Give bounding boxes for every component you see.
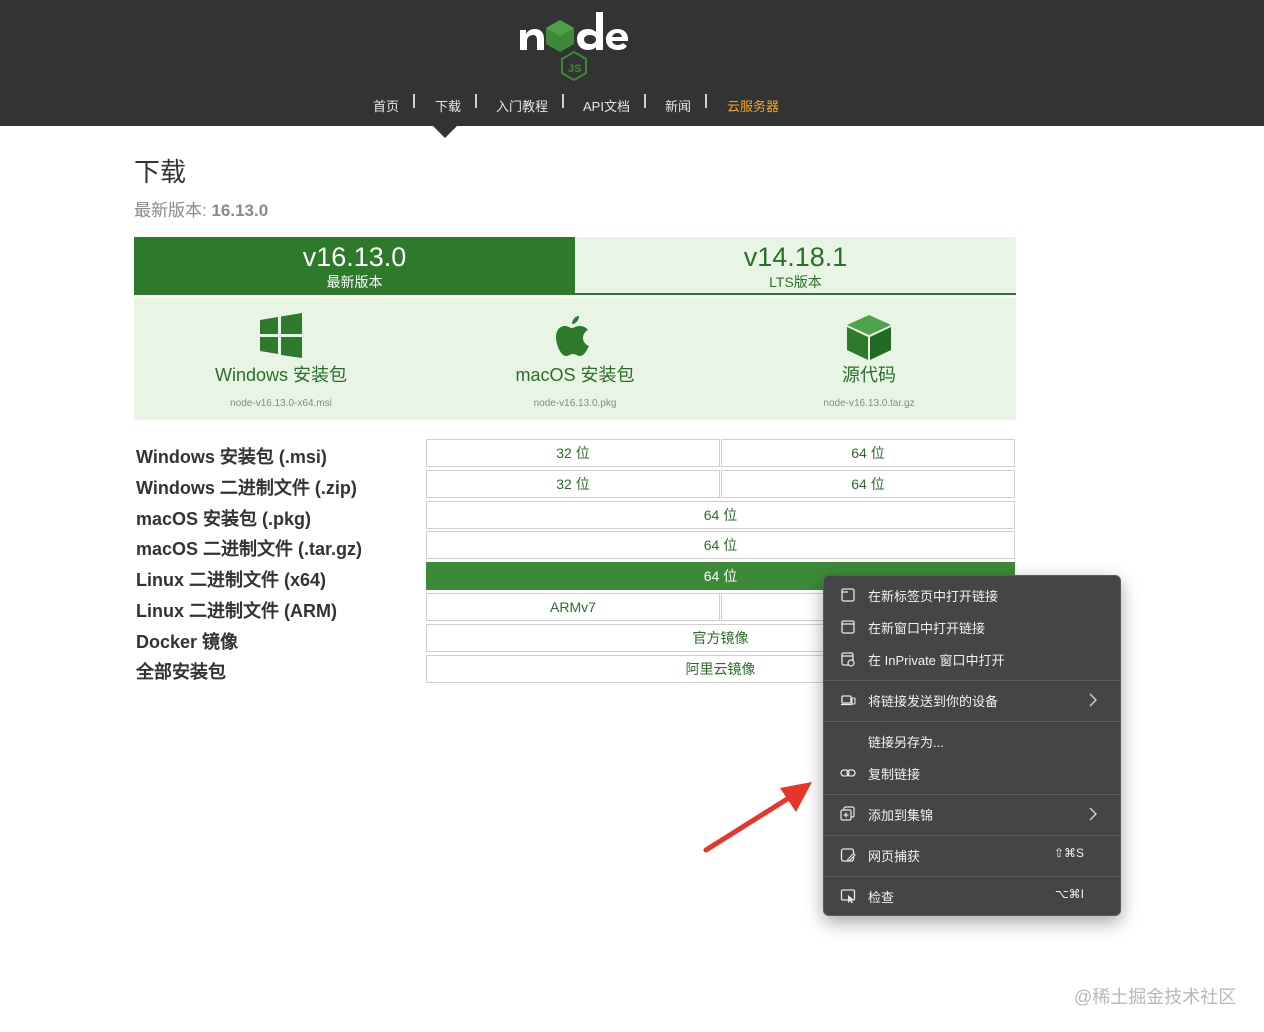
apple-icon <box>556 316 589 356</box>
new-window-icon <box>841 620 855 634</box>
nav-divider <box>413 94 415 108</box>
send-to-device-icon <box>841 695 856 706</box>
download-link[interactable]: 64 位 <box>426 501 1015 529</box>
watermark: @稀土掘金技术社区 <box>1074 987 1237 1007</box>
menu-separator <box>824 794 1120 795</box>
menu-item-label: 在 InPrivate 窗口中打开 <box>868 653 1005 668</box>
latest-version-line: 最新版本: 16.13.0 <box>134 196 268 221</box>
card-source-code[interactable]: 源代码 node-v16.13.0.tar.gz <box>722 298 1016 420</box>
menu-item-label: 复制链接 <box>868 767 921 782</box>
menu-item-shortcut: ⌥⌘I <box>1054 887 1084 901</box>
row-label: Windows 安装包 (.msi) <box>136 447 327 467</box>
windows-icon <box>260 313 302 358</box>
chevron-right-icon <box>1089 807 1097 821</box>
inspect-icon <box>840 889 856 904</box>
card-label: macOS 安装包 <box>515 365 635 385</box>
download-link[interactable]: 32 位 <box>426 470 720 498</box>
row-label: Linux 二进制文件 (ARM) <box>136 601 337 621</box>
active-nav-indicator <box>433 126 457 138</box>
row-label: Docker 镜像 <box>136 632 239 652</box>
context-menu: 在新标签页中打开链接 在新窗口中打开链接 在 InPrivate 窗口中打开 将… <box>823 575 1121 916</box>
menu-item-label: 网页捕获 <box>868 849 921 864</box>
menu-separator <box>824 835 1120 836</box>
row-label: 全部安装包 <box>136 662 226 682</box>
source-box-icon <box>847 315 891 360</box>
menu-item-label: 检查 <box>868 890 895 905</box>
card-label: Windows 安装包 <box>214 365 348 385</box>
latest-version-prefix: 最新版本: <box>134 201 212 220</box>
card-macos-installer[interactable]: macOS 安装包 node-v16.13.0.pkg <box>428 298 722 420</box>
menu-open-inprivate[interactable]: 在 InPrivate 窗口中打开 <box>828 644 1116 674</box>
menu-separator <box>824 680 1120 681</box>
menu-item-label: 添加到集锦 <box>868 808 934 823</box>
menu-web-capture[interactable]: 网页捕获 ⇧⌘S <box>828 840 1116 870</box>
row-label: macOS 二进制文件 (.tar.gz) <box>136 539 363 559</box>
nav-divider <box>562 94 564 108</box>
page-title: 下载 <box>134 157 187 187</box>
site-header: JS 首页 下载 入门教程 API文档 新闻 云服务器 <box>0 0 1264 126</box>
tab-current-version[interactable]: v16.13.0 最新版本 <box>134 237 575 295</box>
row-label: Linux 二进制文件 (x64) <box>136 570 327 590</box>
menu-send-to-devices[interactable]: 将链接发送到你的设备 <box>828 685 1116 715</box>
tab-version-number: v16.13.0 <box>302 242 407 272</box>
tab-version-label: 最新版本 <box>326 274 383 290</box>
link-icon <box>840 769 856 777</box>
nodejs-logo[interactable]: JS <box>516 8 632 84</box>
nav-cloud-server[interactable]: 云服务器 <box>727 96 779 115</box>
menu-item-label: 链接另存为... <box>868 735 944 750</box>
inprivate-window-icon <box>841 652 855 667</box>
menu-item-label: 在新窗口中打开链接 <box>868 621 986 636</box>
web-capture-icon <box>840 848 856 862</box>
new-tab-icon <box>841 588 855 602</box>
menu-open-in-new-tab[interactable]: 在新标签页中打开链接 <box>828 580 1116 610</box>
nav-divider <box>644 94 646 108</box>
download-link[interactable]: 64 位 <box>721 470 1015 498</box>
download-link[interactable]: ARMv7 <box>426 593 720 621</box>
annotation-arrow <box>703 782 812 853</box>
download-link[interactable]: 64 位 <box>426 531 1015 559</box>
menu-separator <box>824 721 1120 722</box>
menu-open-in-new-window[interactable]: 在新窗口中打开链接 <box>828 612 1116 642</box>
row-label: Windows 二进制文件 (.zip) <box>136 478 357 498</box>
download-cards: Windows 安装包 node-v16.13.0-x64.msi macOS … <box>134 298 1016 420</box>
nav-download[interactable]: 下载 <box>435 96 461 115</box>
latest-version-number: 16.13.0 <box>211 201 269 220</box>
card-windows-installer[interactable]: Windows 安装包 node-v16.13.0-x64.msi <box>134 298 428 420</box>
menu-add-to-collections[interactable]: 添加到集锦 <box>828 799 1116 829</box>
main-nav: 首页 下载 入门教程 API文档 新闻 云服务器 <box>0 92 1264 118</box>
svg-text:JS: JS <box>568 63 581 75</box>
tab-lts-version[interactable]: v14.18.1 LTS版本 <box>575 237 1016 295</box>
card-label: 源代码 <box>842 365 896 385</box>
download-link[interactable]: 64 位 <box>721 439 1015 467</box>
version-tabs: v16.13.0 最新版本 v14.18.1 LTS版本 <box>134 237 1016 295</box>
nav-divider <box>475 94 477 108</box>
menu-item-shortcut: ⇧⌘S <box>1053 846 1084 860</box>
add-to-collection-icon <box>840 806 855 821</box>
menu-item-label: 将链接发送到你的设备 <box>868 694 999 709</box>
menu-inspect[interactable]: 检查 ⌥⌘I <box>828 881 1116 911</box>
menu-copy-link[interactable]: 复制链接 <box>828 758 1116 788</box>
download-link[interactable]: 32 位 <box>426 439 720 467</box>
row-label: macOS 安装包 (.pkg) <box>136 509 312 529</box>
tab-version-label: LTS版本 <box>769 274 822 290</box>
nav-divider <box>705 94 707 108</box>
nav-home[interactable]: 首页 <box>373 96 399 115</box>
menu-save-link-as[interactable]: 链接另存为... <box>828 726 1116 756</box>
tab-version-number: v14.18.1 <box>743 242 848 272</box>
chevron-right-icon <box>1089 693 1097 707</box>
card-filename: node-v16.13.0.tar.gz <box>823 398 915 409</box>
nav-getting-started[interactable]: 入门教程 <box>496 96 548 115</box>
nav-news[interactable]: 新闻 <box>665 96 691 115</box>
card-filename: node-v16.13.0.pkg <box>533 398 617 409</box>
nav-api-docs[interactable]: API文档 <box>583 96 630 115</box>
menu-separator <box>824 876 1120 877</box>
menu-item-label: 在新标签页中打开链接 <box>868 589 999 604</box>
card-filename: node-v16.13.0-x64.msi <box>230 398 332 409</box>
